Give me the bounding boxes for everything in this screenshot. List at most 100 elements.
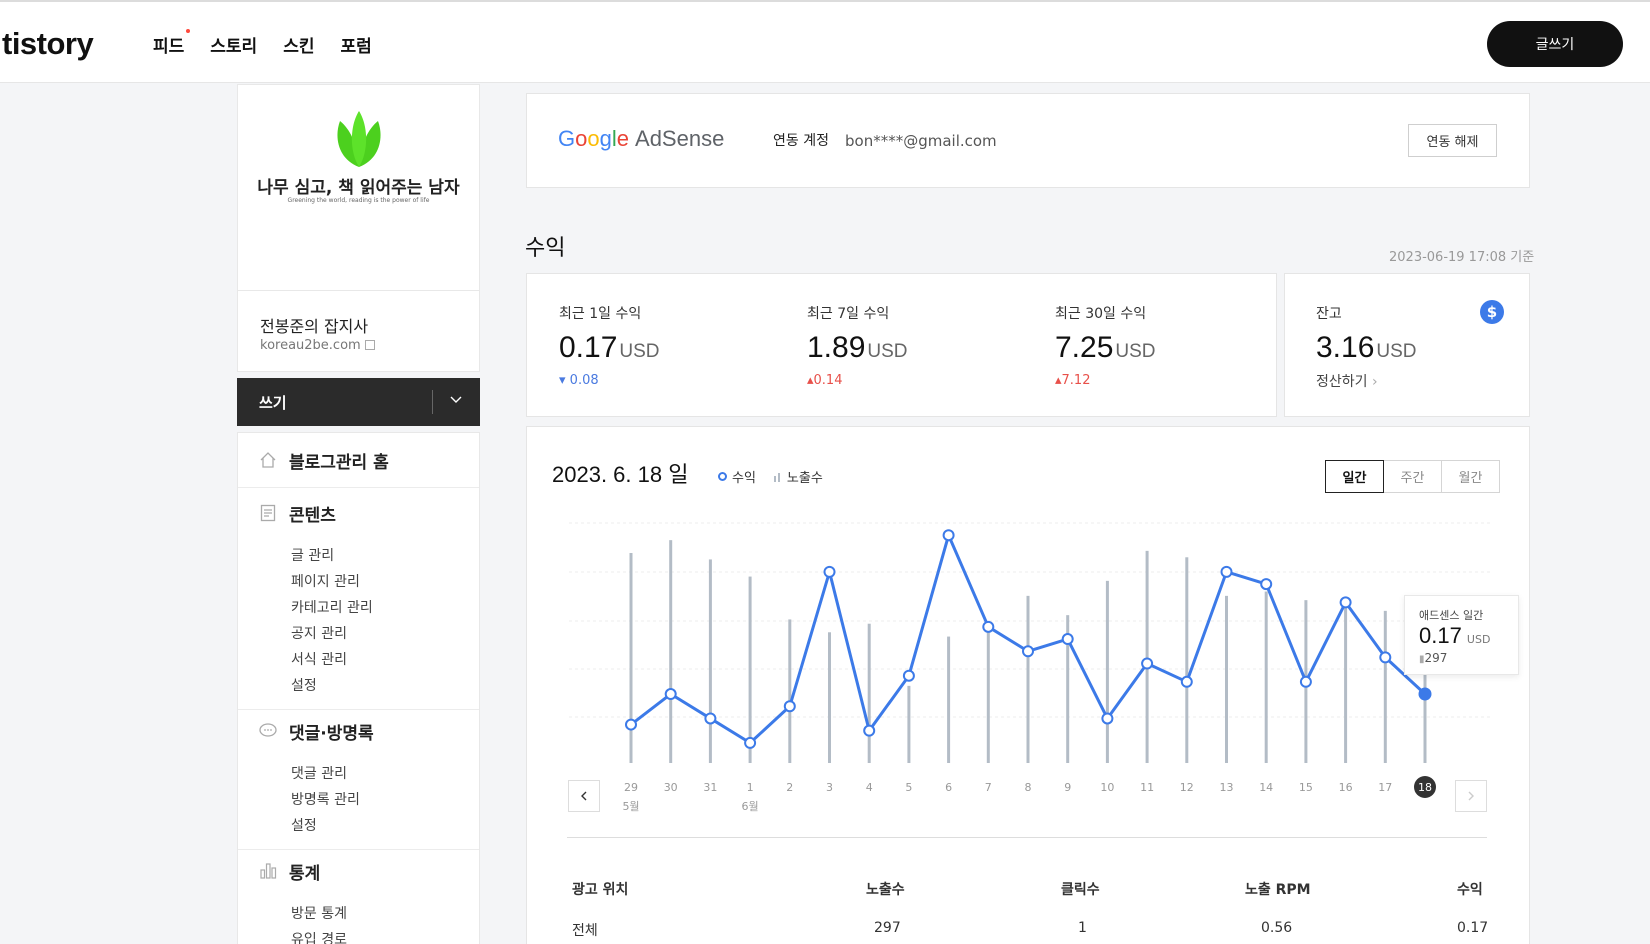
blog-url-link[interactable]: koreau2be.com (260, 338, 375, 353)
menu-comments-label: 댓글·방명록 (289, 723, 374, 744)
x-tick-label: 2 (786, 781, 793, 794)
balance-card: 잔고 $ 3.16 USD 정산하기 › (1284, 273, 1530, 417)
sidebar: 나무 심고, 책 읽어주는 남자 Greening the world, rea… (237, 84, 480, 944)
revenue-point (1379, 651, 1392, 664)
tistory-logo[interactable]: tistory (2, 26, 94, 62)
x-tick-label: 12 (1180, 781, 1194, 794)
revenue-summary-card: 최근 1일 수익 0.17 USD ▾ 0.08 최근 7일 수익 1.89 USD… (526, 273, 1277, 417)
blog-logo-subtitle: Greening the world, reading is the power… (287, 197, 430, 204)
main-nav: 피드 스토리 스킨 포럼 (153, 29, 398, 57)
x-tick-label: 18 (1418, 781, 1432, 794)
impressions-bar (748, 576, 752, 763)
balance-label: 잔고 (1316, 306, 1342, 322)
legend-impressions-label: 노출수 (786, 471, 823, 486)
menu-item-contents-settings[interactable]: 설정 (291, 675, 317, 695)
menu-section-comments[interactable]: 댓글·방명록 (258, 719, 374, 744)
impressions-bar (1264, 591, 1268, 763)
tab-monthly[interactable]: 월간 (1441, 460, 1500, 493)
menu-item-guestbook-manage[interactable]: 방명록 관리 (291, 789, 360, 809)
x-tick-label: 4 (866, 781, 873, 794)
unlink-button[interactable]: 연동 해제 (1408, 124, 1497, 157)
x-tick-label: 9 (1064, 781, 1071, 794)
linked-account-label: 연동 계정 (773, 133, 829, 149)
blog-owner-card: 전봉준의 잡지사 koreau2be.com (237, 290, 480, 372)
menu-item-post-manage[interactable]: 글 관리 (291, 545, 334, 565)
impressions-bar (1185, 557, 1189, 763)
impressions-bar (907, 685, 911, 763)
revenue-basis-time: 2023-06-19 17:08 기준 (1389, 250, 1535, 265)
menu-item-home[interactable]: 블로그관리 홈 (258, 448, 389, 473)
col-header-rpm: 노출 RPM (1245, 882, 1311, 898)
x-tick-label: 30 (664, 781, 678, 794)
col-header-ad-position: 광고 위치 (572, 882, 629, 898)
revenue-heading: 수익 (525, 236, 566, 261)
impressions-bar (1145, 550, 1149, 763)
cell-revenue: 0.17 (1457, 920, 1489, 936)
revenue-point (625, 718, 637, 731)
revenue-point (1260, 578, 1273, 591)
write-bar-label[interactable]: 쓰기 (259, 392, 287, 413)
write-post-button[interactable]: 글쓰기 (1487, 21, 1623, 67)
legend-revenue-label: 수익 (732, 471, 756, 486)
x-tick-label: 6 (945, 781, 952, 794)
tooltip-impressions: ▮297 (1419, 651, 1448, 665)
chevron-down-icon[interactable] (449, 392, 463, 406)
menu-item-comment-manage[interactable]: 댓글 관리 (291, 763, 347, 783)
stat-value: 0.17 USD (559, 331, 660, 364)
nav-item-skin[interactable]: 스킨 (283, 32, 314, 57)
x-month-label: 5월 (622, 800, 639, 813)
tab-daily[interactable]: 일간 (1325, 460, 1384, 493)
menu-section-stats[interactable]: 통계 (258, 859, 320, 884)
menu-section-contents[interactable]: 콘텐츠 (258, 501, 336, 526)
menu-item-referrer[interactable]: 유입 경로 (291, 929, 347, 944)
tooltip-title: 애드센스 일간 (1419, 609, 1484, 622)
x-tick-label: 15 (1299, 781, 1313, 794)
bar-chart-icon (260, 863, 277, 879)
revenue-point (982, 620, 995, 633)
write-bar[interactable]: 쓰기 (237, 378, 480, 426)
revenue-chart-card: 29 30 31 1 2 3 4 5 6 7 8 9 10 11 12 13 14 15 16 17 18 5월 6월 20… (526, 426, 1530, 944)
cell-impressions: 297 (874, 920, 901, 936)
col-header-clicks: 클릭수 (1061, 882, 1100, 898)
stat-value: 1.89 USD (807, 331, 908, 364)
cell-rpm: 0.56 (1261, 920, 1293, 936)
blog-logo-card: 나무 심고, 책 읽어주는 남자 Greening the world, rea… (237, 84, 480, 291)
revenue-point (1022, 645, 1034, 658)
revenue-point (744, 736, 757, 749)
nav-item-story[interactable]: 스토리 (210, 32, 257, 57)
menu-item-category-manage[interactable]: 카테고리 관리 (291, 597, 373, 617)
cell-ad-position: 전체 (572, 923, 598, 939)
x-tick-label: 16 (1339, 781, 1353, 794)
stat-label: 최근 1일 수익 (559, 306, 642, 322)
menu-contents-label: 콘텐츠 (289, 505, 336, 526)
settle-link[interactable]: 정산하기 › (1316, 371, 1378, 391)
impressions-bar (1383, 610, 1387, 763)
menu-item-visit-stats[interactable]: 방문 통계 (291, 903, 347, 923)
impressions-bar (947, 636, 951, 763)
menu-divider (238, 709, 479, 710)
impressions-bar (708, 559, 712, 763)
chevron-right-icon: › (1371, 374, 1378, 390)
chart-date: 2023. 6. 18 일 (552, 462, 689, 487)
menu-item-comments-settings[interactable]: 설정 (291, 815, 317, 835)
tooltip-value: 0.17 USD (1419, 623, 1491, 648)
menu-item-notice-manage[interactable]: 공지 관리 (291, 623, 347, 643)
linked-account-email: bon****@gmail.com (845, 132, 997, 150)
nav-item-forum[interactable]: 포럼 (340, 32, 371, 57)
nav-item-feed[interactable]: 피드 (153, 29, 191, 57)
menu-divider (238, 487, 479, 488)
chart-prev-button[interactable] (568, 780, 600, 812)
period-tabs: 일간 주간 월간 (1325, 460, 1500, 493)
x-tick-label: 8 (1025, 781, 1032, 794)
leaf-logo-icon (337, 111, 381, 167)
legend-impressions-icon (773, 472, 780, 482)
triangle-down-icon: ▾ (559, 373, 566, 388)
menu-item-page-manage[interactable]: 페이지 관리 (291, 571, 360, 591)
revenue-point (1101, 712, 1114, 725)
chart-next-button[interactable] (1455, 780, 1487, 812)
x-tick-label: 13 (1220, 781, 1234, 794)
menu-item-template-manage[interactable]: 서식 관리 (291, 649, 347, 669)
impressions-bar (669, 540, 673, 763)
document-icon (260, 504, 276, 522)
tab-weekly[interactable]: 주간 (1383, 460, 1442, 493)
